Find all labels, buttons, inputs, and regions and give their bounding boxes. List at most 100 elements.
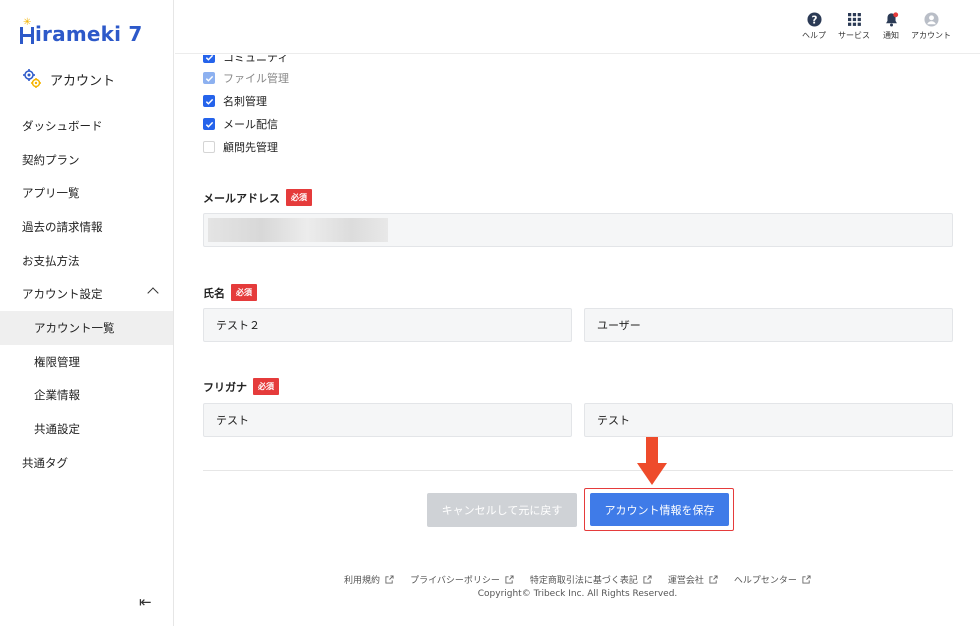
checkbox-unchecked-icon: [203, 141, 215, 153]
sidebar-item-dashboard[interactable]: ダッシュボード: [0, 109, 173, 143]
required-badge: 必須: [231, 284, 257, 301]
notifications-button[interactable]: 通知: [883, 11, 899, 41]
svg-text:?: ?: [811, 14, 817, 26]
footer-link-label: プライバシーポリシー: [410, 576, 500, 586]
sidebar-item-label: 権限管理: [34, 355, 80, 369]
permission-checkbox-file-management: ファイル管理: [203, 70, 289, 86]
external-link-icon: [802, 575, 811, 584]
first-name-field[interactable]: ユーザー: [584, 308, 953, 342]
help-icon: ?: [806, 11, 822, 27]
checkbox-checked-icon: [203, 55, 215, 63]
footer-link-help-center[interactable]: ヘルプセンター: [734, 573, 811, 586]
sidebar-item-apps[interactable]: アプリ一覧: [0, 176, 173, 210]
sidebar-item-account-list[interactable]: アカウント一覧: [0, 311, 173, 345]
name-label-text: 氏名: [203, 286, 225, 300]
sidebar: ✳ irameki 7 アカウント ダッシュボード 契約プラン アプリ一覧 過去…: [0, 0, 174, 626]
footer-link-company[interactable]: 運営会社: [668, 573, 718, 586]
form-divider: [203, 470, 953, 471]
sidebar-item-account-settings[interactable]: アカウント設定: [0, 277, 173, 311]
grid-icon: [846, 11, 862, 27]
help-button[interactable]: ? ヘルプ: [802, 11, 826, 41]
sidebar-item-label: お支払方法: [22, 254, 80, 268]
chevron-up-icon: [147, 287, 159, 299]
logo-h-mark: ✳: [20, 17, 34, 44]
external-link-icon: [709, 575, 718, 584]
sidebar-item-label: アカウント設定: [22, 287, 103, 301]
collapse-left-icon[interactable]: ⇤: [139, 593, 152, 611]
sidebar-item-label: 共通タグ: [22, 456, 68, 470]
checkbox-label: コミュニティ: [223, 55, 289, 64]
sidebar-item-company-info[interactable]: 企業情報: [0, 378, 173, 412]
sidebar-item-label: 企業情報: [34, 388, 80, 402]
checkbox-label: 名刺管理: [223, 95, 267, 108]
account-label: アカウント: [911, 31, 951, 40]
notifications-label: 通知: [883, 31, 899, 40]
user-avatar-icon: [923, 11, 939, 27]
footer-link-label: 利用規約: [344, 576, 381, 586]
last-name-field[interactable]: テスト２: [203, 308, 572, 342]
sidebar-item-billing-history[interactable]: 過去の請求情報: [0, 210, 173, 244]
sidebar-item-common-tags[interactable]: 共通タグ: [0, 446, 173, 480]
sidebar-item-contract-plan[interactable]: 契約プラン: [0, 143, 173, 177]
sidebar-item-permissions[interactable]: 権限管理: [0, 345, 173, 379]
email-field[interactable]: [203, 213, 953, 247]
name-label: 氏名 必須: [203, 284, 257, 301]
permission-checkbox-mail-delivery[interactable]: メール配信: [203, 116, 278, 132]
footer-link-label: 特定商取引法に基づく表記: [529, 576, 638, 586]
kana-label: フリガナ 必須: [203, 378, 279, 395]
services-label: サービス: [838, 31, 870, 40]
footer-link-terms[interactable]: 利用規約: [344, 573, 394, 586]
external-link-icon: [505, 575, 514, 584]
sidebar-item-label: 契約プラン: [22, 153, 80, 167]
sidebar-item-label: アプリ一覧: [22, 186, 80, 200]
first-name-kana-field[interactable]: テスト: [584, 403, 953, 437]
help-label: ヘルプ: [802, 31, 826, 40]
checkbox-checked-icon: [203, 95, 215, 107]
sidebar-item-label: 過去の請求情報: [22, 220, 103, 234]
email-label-text: メールアドレス: [203, 191, 280, 205]
sidebar-item-common-settings[interactable]: 共通設定: [0, 412, 173, 446]
footer-links: 利用規約 プライバシーポリシー 特定商取引法に基づく表記 運営会社 ヘルプセンタ…: [175, 573, 980, 586]
first-name-kana-value: テスト: [597, 414, 630, 427]
gear-icon: [23, 69, 41, 88]
sidebar-section-header: アカウント: [22, 68, 115, 90]
sidebar-item-payment[interactable]: お支払方法: [0, 244, 173, 278]
checkbox-checked-icon: [203, 118, 215, 130]
external-link-icon: [643, 575, 652, 584]
account-edit-form: コミュニティ ファイル管理 名刺管理 メール配信 顧問先管理 メールアドレス 必…: [175, 55, 980, 626]
first-name-value: ユーザー: [597, 319, 641, 332]
permission-checkbox-business-cards[interactable]: 名刺管理: [203, 93, 267, 109]
last-name-value: テスト２: [216, 319, 260, 332]
down-arrow-annotation: [637, 437, 667, 485]
spark-icon: ✳: [23, 17, 32, 28]
sidebar-item-label: 共通設定: [34, 422, 80, 436]
sidebar-section-title: アカウント: [50, 73, 116, 89]
sidebar-item-label: アカウント一覧: [34, 321, 115, 335]
permission-checkbox-client-management[interactable]: 顧問先管理: [203, 139, 278, 155]
save-highlight-box: アカウント情報を保存: [584, 488, 734, 531]
sidebar-item-label: ダッシュボード: [22, 119, 103, 133]
last-name-kana-field[interactable]: テスト: [203, 403, 572, 437]
cancel-button[interactable]: キャンセルして元に戻す: [427, 493, 577, 527]
email-label: メールアドレス 必須: [203, 189, 312, 206]
external-link-icon: [385, 575, 394, 584]
footer-link-privacy[interactable]: プライバシーポリシー: [410, 573, 514, 586]
hirameki-logo[interactable]: ✳ irameki 7: [20, 17, 143, 50]
permission-checkbox-community[interactable]: コミュニティ: [203, 55, 288, 65]
save-account-button[interactable]: アカウント情報を保存: [590, 493, 729, 526]
copyright: Copyright© Tribeck Inc. All Rights Reser…: [477, 589, 678, 599]
kana-label-text: フリガナ: [203, 380, 247, 394]
checkbox-label: メール配信: [223, 118, 278, 131]
bell-icon: [883, 11, 899, 27]
checkbox-label: ファイル管理: [223, 72, 289, 85]
top-header: ? ヘルプ サービス 通知 アカウント: [175, 0, 980, 54]
logo-text: irameki 7: [35, 22, 143, 46]
required-badge: 必須: [286, 189, 312, 206]
checkbox-label: 顧問先管理: [223, 141, 278, 154]
services-button[interactable]: サービス: [838, 11, 870, 41]
required-badge: 必須: [253, 378, 279, 395]
account-menu-button[interactable]: アカウント: [911, 11, 951, 41]
footer-link-label: 運営会社: [667, 576, 704, 586]
checkbox-checked-icon: [203, 72, 215, 84]
footer-link-commerce-law[interactable]: 特定商取引法に基づく表記: [530, 573, 652, 586]
